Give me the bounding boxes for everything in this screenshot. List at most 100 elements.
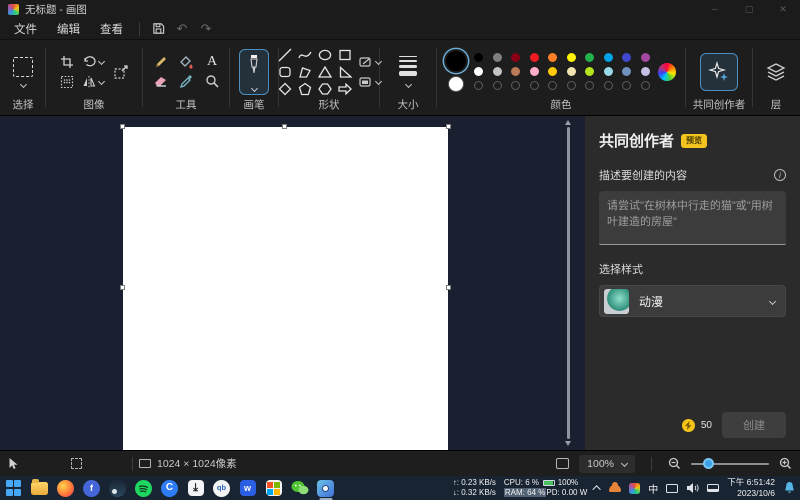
- notification-bell-icon[interactable]: [783, 481, 796, 495]
- pencil-tool-button[interactable]: [153, 55, 168, 70]
- taskbar-firefox[interactable]: [56, 479, 75, 498]
- palette-color-swatch[interactable]: [640, 53, 650, 62]
- maximize-button[interactable]: ▢: [732, 0, 766, 18]
- shape-right-triangle[interactable]: [338, 65, 352, 79]
- palette-color-swatch[interactable]: [529, 67, 539, 76]
- magnifier-tool-button[interactable]: [205, 74, 220, 89]
- taskbar-w-app[interactable]: w: [238, 479, 257, 498]
- palette-color-swatch[interactable]: [622, 53, 632, 62]
- custom-color-slot[interactable]: [622, 81, 632, 90]
- taskbar-browser-c[interactable]: C: [160, 479, 179, 498]
- drawing-canvas[interactable]: [120, 124, 451, 450]
- chevron-down-icon[interactable]: [250, 84, 258, 92]
- taskbar-paint-active[interactable]: [316, 479, 335, 500]
- edit-colors-wheel-icon[interactable]: [657, 62, 676, 81]
- palette-color-swatch[interactable]: [529, 53, 539, 62]
- zoom-slider-thumb[interactable]: [703, 458, 714, 469]
- shape-right-arrow[interactable]: [337, 82, 352, 96]
- shape-fill-button[interactable]: [358, 76, 382, 88]
- resize-button[interactable]: [60, 75, 74, 89]
- shape-oval[interactable]: [318, 48, 332, 62]
- custom-color-slot[interactable]: [548, 81, 558, 90]
- canvas-resize-button[interactable]: [113, 64, 129, 80]
- monitor-tray-icon[interactable]: [666, 483, 679, 493]
- custom-color-slot[interactable]: [529, 81, 539, 90]
- taskbar-files-app[interactable]: f: [82, 479, 101, 498]
- tray-overflow-chevron-icon[interactable]: [592, 485, 602, 494]
- chevron-down-icon[interactable]: [19, 80, 27, 88]
- custom-color-slot[interactable]: [566, 81, 576, 90]
- vertical-scrollbar[interactable]: [564, 120, 572, 446]
- eraser-tool-button[interactable]: [153, 74, 168, 89]
- scroll-up-icon[interactable]: [565, 120, 571, 125]
- palette-color-swatch[interactable]: [474, 67, 484, 76]
- custom-color-slot[interactable]: [474, 81, 484, 90]
- custom-color-slot[interactable]: [640, 81, 650, 90]
- shape-line[interactable]: [278, 48, 292, 62]
- menu-edit[interactable]: 编辑: [47, 19, 90, 39]
- palette-color-swatch[interactable]: [603, 53, 613, 62]
- palette-color-swatch[interactable]: [585, 53, 595, 62]
- palette-color-swatch[interactable]: [603, 67, 613, 76]
- crop-button[interactable]: [60, 55, 74, 69]
- taskbar-microsoft-store[interactable]: [264, 479, 283, 498]
- style-dropdown[interactable]: 动漫: [599, 285, 786, 317]
- resize-handle[interactable]: [120, 285, 125, 290]
- taskbar-downloader[interactable]: ⤓: [186, 479, 205, 498]
- chevron-down-icon[interactable]: [404, 80, 412, 88]
- shape-rounded-rectangle[interactable]: [278, 65, 292, 79]
- zoom-level-dropdown[interactable]: 100%: [579, 454, 635, 473]
- resize-handle[interactable]: [282, 124, 287, 129]
- custom-color-slot[interactable]: [492, 81, 502, 90]
- menu-file[interactable]: 文件: [4, 19, 47, 39]
- palette-color-swatch[interactable]: [585, 67, 595, 76]
- tray-clock[interactable]: 下午 6:51:42 2023/10/6: [727, 477, 775, 499]
- brushes-button[interactable]: [239, 48, 269, 95]
- taskbar-wechat[interactable]: [290, 479, 309, 498]
- device-tray-icon[interactable]: [707, 484, 720, 492]
- color-picker-tool-button[interactable]: [179, 74, 194, 89]
- scroll-down-icon[interactable]: [565, 441, 571, 446]
- network-speed-monitor[interactable]: ↑: 0.23 KB/s ↓: 0.32 KB/s: [453, 478, 496, 498]
- palette-color-swatch[interactable]: [474, 53, 484, 62]
- close-button[interactable]: ✕: [766, 0, 800, 18]
- rotate-button[interactable]: [82, 55, 105, 69]
- menu-view[interactable]: 查看: [90, 19, 133, 39]
- zoom-out-icon[interactable]: [668, 457, 681, 470]
- speaker-icon[interactable]: [686, 482, 699, 494]
- zoom-in-icon[interactable]: [779, 457, 792, 470]
- palette-color-swatch[interactable]: [640, 67, 650, 76]
- cloud-tray-icon[interactable]: [609, 481, 622, 492]
- layers-icon[interactable]: [765, 61, 787, 83]
- scrollbar-thumb[interactable]: [566, 127, 570, 439]
- custom-color-slot[interactable]: [603, 81, 613, 90]
- taskbar-file-explorer[interactable]: [30, 479, 49, 498]
- chevron-down-icon[interactable]: [97, 77, 105, 86]
- info-icon[interactable]: i: [774, 169, 786, 181]
- stroke-size-icon[interactable]: [399, 56, 417, 76]
- prompt-input[interactable]: [599, 191, 786, 245]
- redo-button[interactable]: ↷: [194, 20, 218, 38]
- flip-button[interactable]: [82, 75, 105, 89]
- start-button[interactable]: [4, 479, 23, 498]
- taskbar-steam[interactable]: [108, 479, 127, 498]
- cocreator-button[interactable]: [700, 52, 738, 91]
- shape-triangle[interactable]: [317, 65, 332, 79]
- palette-color-swatch[interactable]: [566, 67, 576, 76]
- shape-polygon[interactable]: [298, 65, 312, 79]
- palette-color-swatch[interactable]: [511, 53, 521, 62]
- ime-indicator[interactable]: 中: [648, 481, 658, 496]
- undo-button[interactable]: ↶: [170, 20, 194, 38]
- resize-handle[interactable]: [446, 285, 451, 290]
- chevron-down-icon[interactable]: [97, 57, 105, 66]
- shape-rectangle[interactable]: [338, 48, 352, 62]
- zoom-slider[interactable]: [691, 458, 769, 469]
- secondary-color-swatch[interactable]: [448, 76, 465, 92]
- palette-color-swatch[interactable]: [622, 67, 632, 76]
- create-button[interactable]: 创建: [722, 412, 786, 438]
- palette-color-swatch[interactable]: [548, 67, 558, 76]
- system-monitor[interactable]: CPU: 6 % 100% RAM: 64 %PD: 0.00 W: [503, 478, 587, 498]
- palette-color-swatch[interactable]: [566, 53, 576, 62]
- shape-diamond[interactable]: [278, 82, 292, 96]
- palette-color-swatch[interactable]: [492, 53, 502, 62]
